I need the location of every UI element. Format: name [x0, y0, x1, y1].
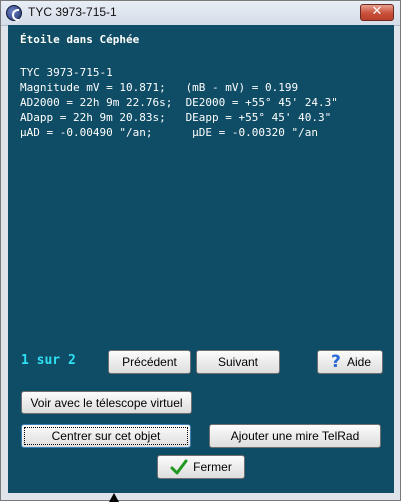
object-name: TYC 3973-715-1 — [20, 66, 113, 79]
next-button-label: Suivant — [217, 355, 259, 369]
previous-button-label: Précédent — [122, 355, 177, 369]
window-close-button[interactable]: ✕ — [360, 4, 394, 21]
dialog-window: TYC 3973-715-1 ✕ Étoile dans Céphée TYC … — [0, 0, 401, 502]
help-button[interactable]: ? Aide — [317, 350, 383, 374]
magnitude-line: Magnitude mV = 10.871; (mB - mV) = 0.199 — [20, 81, 299, 94]
proper-motion-line: µAD = -0.00490 "/an; µDE = -0.00320 "/an — [20, 126, 319, 139]
question-mark-icon: ? — [331, 352, 341, 372]
window-title: TYC 3973-715-1 — [28, 5, 117, 19]
info-panel: Étoile dans Céphée TYC 3973-715-1 Magnit… — [8, 25, 394, 493]
green-checkmark-icon — [170, 459, 188, 475]
pager-indicator: 1 sur 2 — [21, 353, 76, 368]
virtual-telescope-button[interactable]: Voir avec le télescope virtuel — [21, 391, 192, 414]
add-telrad-button[interactable]: Ajouter une mire TelRad — [209, 424, 381, 448]
j2000-coordinates-line: AD2000 = 22h 9m 22.76s; DE2000 = +55° 45… — [20, 96, 338, 109]
title-bar[interactable]: TYC 3973-715-1 ✕ — [1, 1, 400, 26]
close-dialog-button[interactable]: Fermer — [157, 455, 245, 479]
focus-ring — [24, 427, 188, 445]
app-logo-icon — [6, 5, 22, 21]
virtual-telescope-button-label: Voir avec le télescope virtuel — [30, 395, 183, 410]
previous-button[interactable]: Précédent — [108, 350, 191, 374]
add-telrad-button-label: Ajouter une mire TelRad — [230, 429, 360, 443]
help-button-label: Aide — [346, 355, 372, 369]
close-dialog-button-label: Fermer — [193, 460, 232, 474]
close-icon: ✕ — [371, 4, 383, 19]
center-object-button[interactable]: Centrer sur cet objet — [21, 424, 191, 448]
object-type-heading: Étoile dans Céphée — [20, 33, 140, 46]
apparent-coordinates-line: ADapp = 22h 9m 20.83s; DEapp = +55° 45' … — [20, 111, 332, 124]
next-button[interactable]: Suivant — [196, 350, 280, 374]
